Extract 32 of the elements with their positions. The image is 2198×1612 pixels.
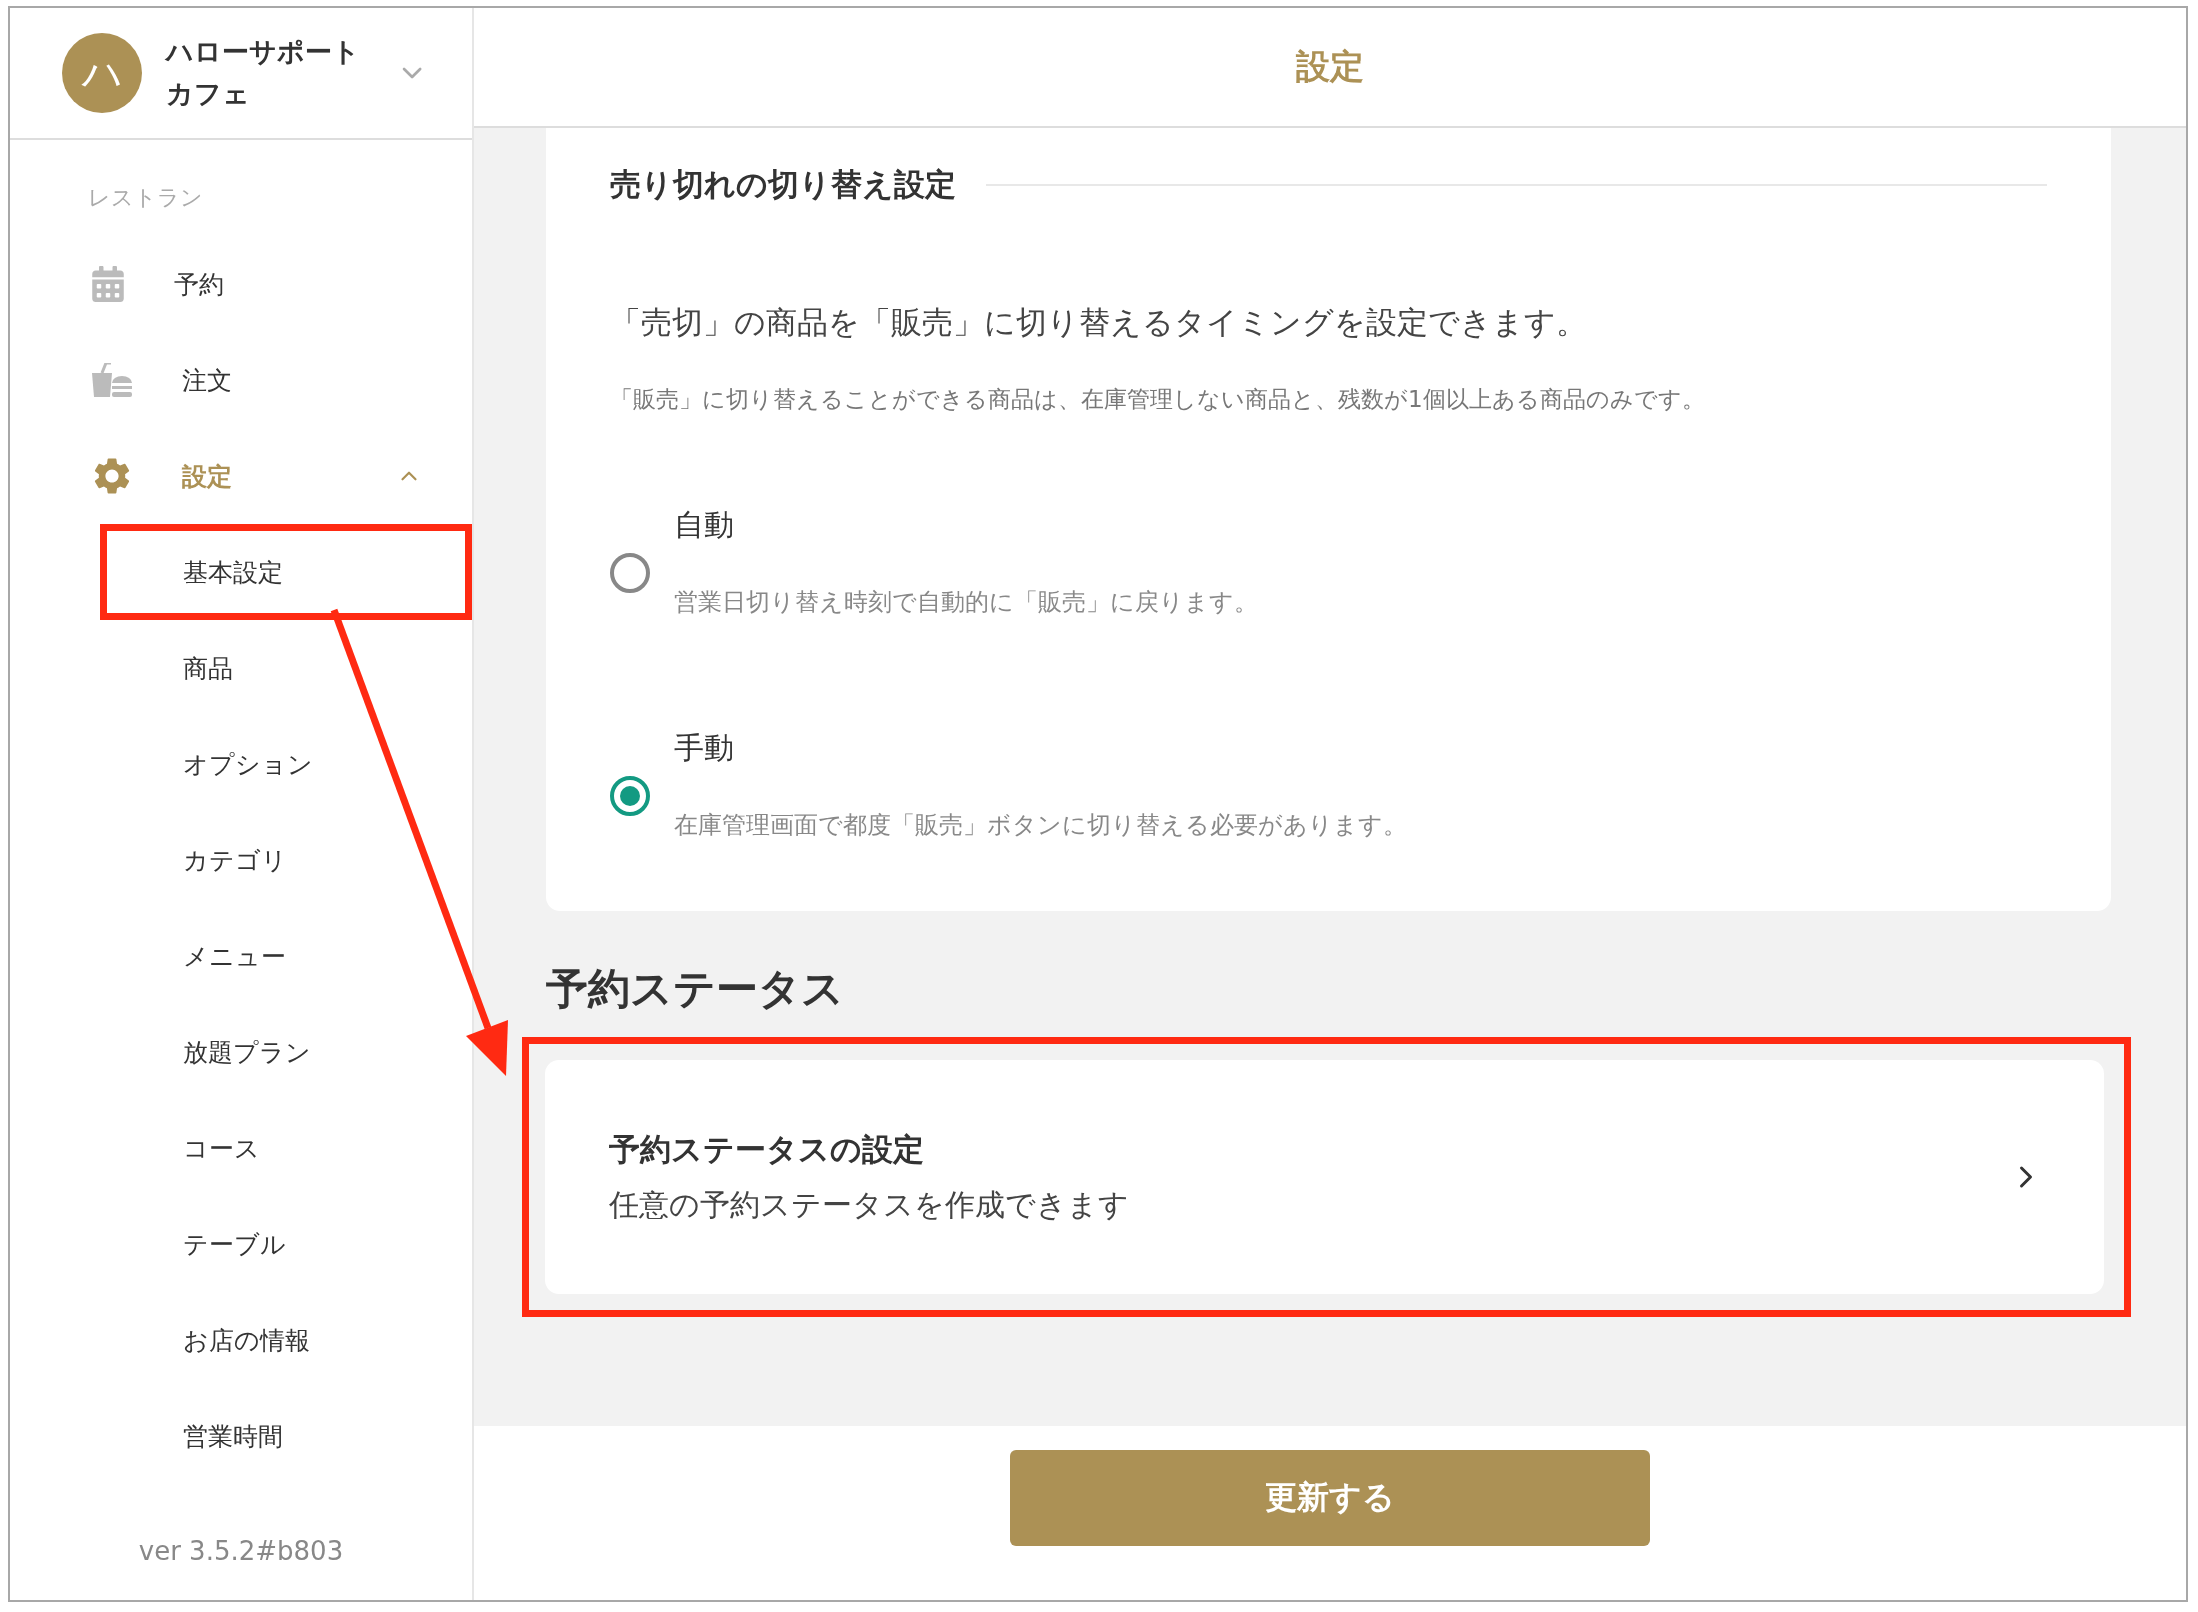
page-title: 設定 xyxy=(1296,45,1364,88)
calendar-icon xyxy=(90,266,126,302)
sidebar-subitem[interactable]: 営業時間 xyxy=(100,1388,472,1484)
sidebar-item[interactable]: 予約 xyxy=(10,236,472,332)
sidebar-subitem[interactable]: お店の情報 xyxy=(100,1292,472,1388)
option-description: 在庫管理画面で都度「販売」ボタンに切り替える必要があります。 xyxy=(674,810,1407,841)
sidebar-subitem[interactable]: カテゴリ xyxy=(100,812,472,908)
card-title: 予約ステータスの設定 xyxy=(609,1129,925,1169)
version-label: ver 3.5.2#b803 xyxy=(137,1535,345,1568)
radio-button[interactable] xyxy=(610,776,650,816)
sidebar-item[interactable]: 注文 xyxy=(10,332,472,428)
note-text: 「販売」に切り替えることができる商品は、在庫管理しない商品と、残数が1個以上ある商品のみです。 xyxy=(610,385,1706,414)
sidebar-subitem[interactable]: 商品 xyxy=(100,620,472,716)
option-label: 自動 xyxy=(674,506,735,544)
sidebar-subitem[interactable]: コース xyxy=(100,1100,472,1196)
drink-and-burger-icon xyxy=(90,363,134,397)
sidebar-subitem[interactable]: メニュー xyxy=(100,908,472,1004)
sidebar-subitem[interactable]: テーブル xyxy=(100,1196,472,1292)
description-text: 「売切」の商品を「販売」に切り替えるタイミングを設定できます。 xyxy=(610,303,1588,342)
account-avatar: ハ xyxy=(62,33,142,113)
account-name: ハローサポートカフェ xyxy=(166,35,361,111)
radio-button[interactable] xyxy=(610,553,650,593)
status-settings-card[interactable]: 予約ステータスの設定 任意の予約ステータスを作成できます xyxy=(545,1060,2104,1294)
card-subtitle: 任意の予約ステータスを作成できます xyxy=(609,1185,1130,1224)
sidebar-subitem[interactable]: 基本設定 xyxy=(100,524,472,620)
sidebar-subitem[interactable]: 放題プラン xyxy=(100,1004,472,1100)
option-description: 営業日切り替え時刻で自動的に「販売」に戻ります。 xyxy=(674,587,1258,618)
section-heading: 予約ステータス xyxy=(546,963,845,1015)
section-title: 売り切れの切り替え設定 xyxy=(610,165,956,204)
option-label: 手動 xyxy=(674,729,735,767)
sidebar-subitem[interactable]: オプション xyxy=(100,716,472,812)
nav-section-label: レストラン xyxy=(87,184,204,212)
